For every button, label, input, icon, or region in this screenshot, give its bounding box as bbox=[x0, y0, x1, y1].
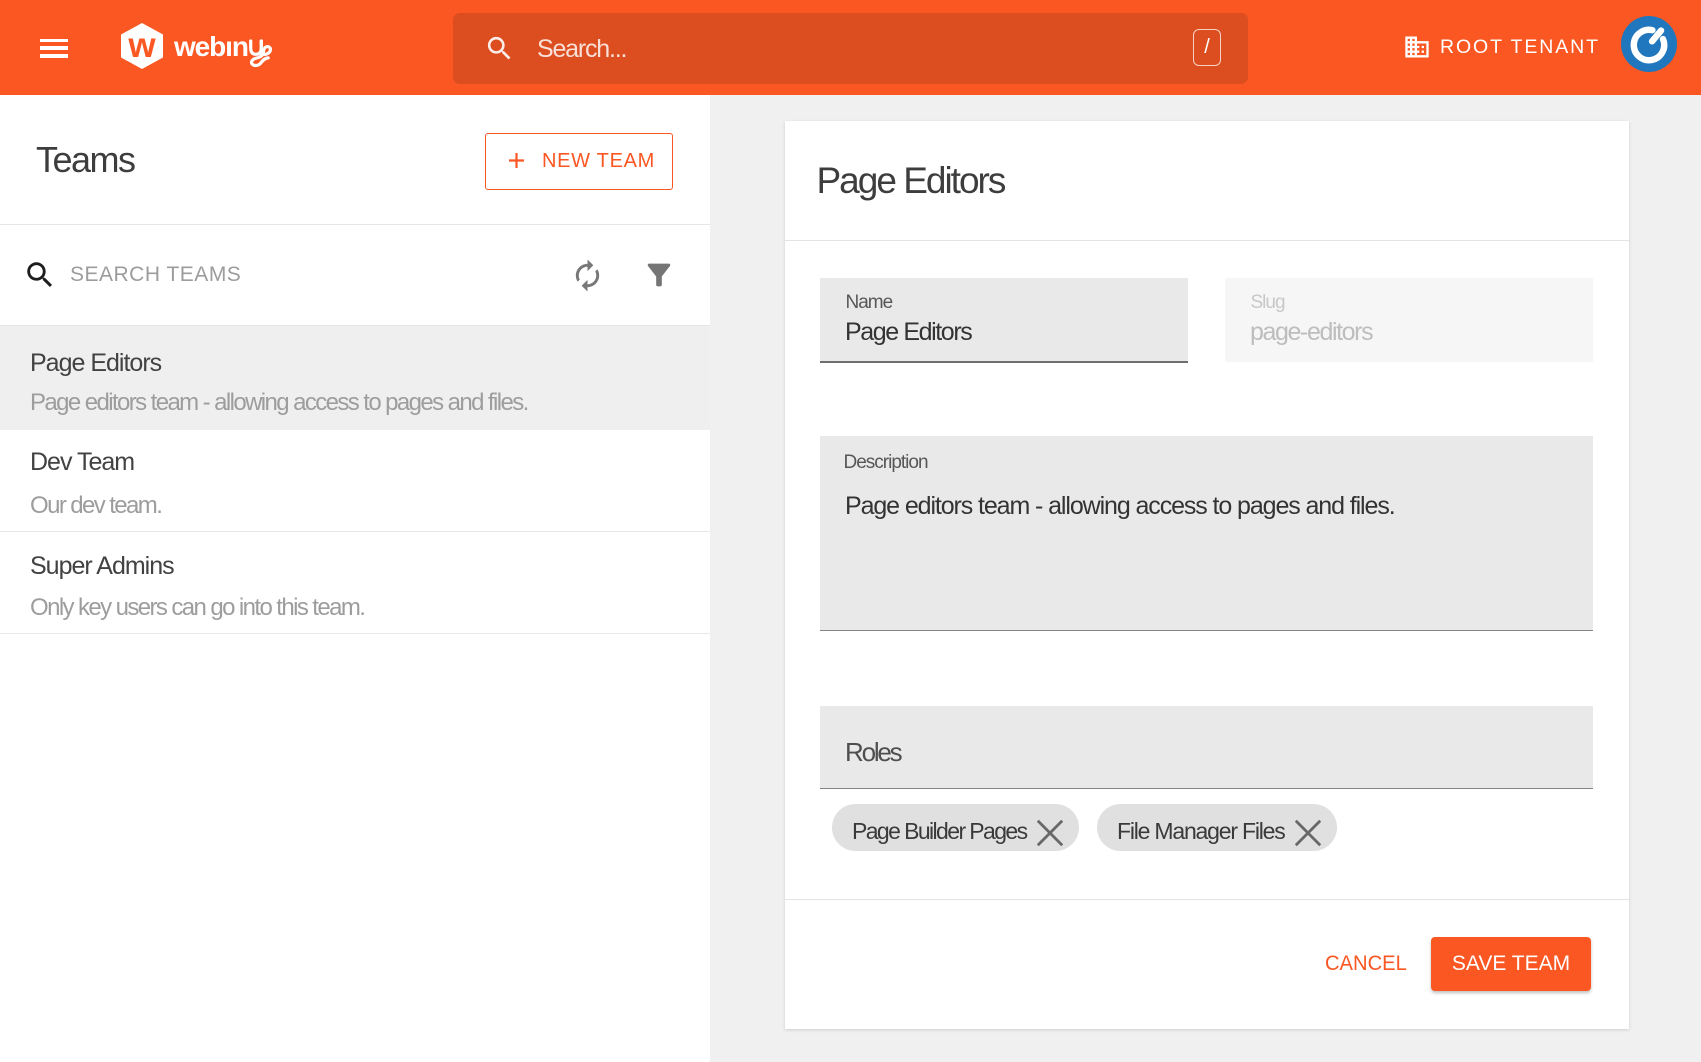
svg-text:w: w bbox=[127, 26, 156, 65]
svg-text:webın: webın bbox=[174, 31, 248, 62]
